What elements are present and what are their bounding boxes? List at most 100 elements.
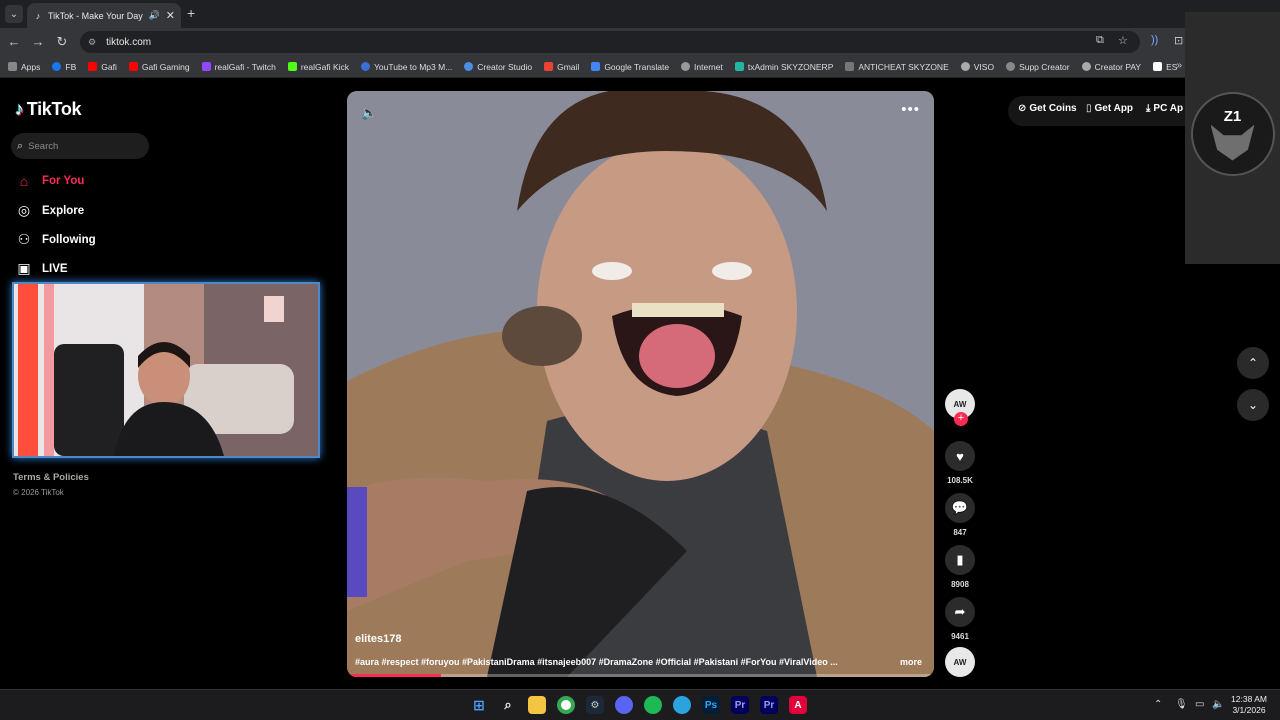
google-translate-icon	[591, 62, 601, 71]
bookmark-item[interactable]: Gafi Gaming	[128, 62, 190, 72]
video-progress-bar[interactable]	[347, 674, 934, 677]
bookmark-item[interactable]: VISO	[960, 62, 994, 72]
nav-for-you[interactable]: ⌂ For You	[15, 173, 85, 189]
save-button[interactable]: ▮ 8908	[945, 545, 975, 589]
discord-icon[interactable]	[615, 696, 633, 714]
kick-icon	[287, 62, 297, 71]
system-clock[interactable]: 12:38 AM 3/1/2026	[1226, 694, 1272, 716]
clock-time: 12:38 AM	[1231, 694, 1267, 704]
save-count: 8908	[951, 580, 969, 589]
next-video-button[interactable]: ⌄	[1237, 389, 1269, 421]
sound-avatar-button[interactable]: AW	[945, 647, 975, 677]
reload-icon[interactable]: ↻	[54, 34, 70, 50]
affinity-icon[interactable]: A	[789, 696, 807, 714]
video-frame-image	[347, 91, 934, 677]
steam-icon[interactable]: ⚙	[586, 696, 604, 714]
heart-icon: ♥	[945, 441, 975, 471]
search-placeholder: Search	[28, 140, 59, 152]
bookmark-item[interactable]: txAdmin SKYZONERP	[734, 62, 833, 72]
photoshop-icon[interactable]: Ps	[702, 696, 720, 714]
anticheat-icon	[845, 62, 855, 71]
globe-icon	[1081, 62, 1091, 71]
tab-search-icon[interactable]: ⌄	[5, 5, 23, 23]
follow-plus-icon[interactable]: +	[954, 412, 968, 426]
previous-video-button[interactable]: ⌃	[1237, 347, 1269, 379]
link-icon	[1006, 62, 1016, 71]
sound-avatar: AW	[945, 647, 975, 677]
tiktok-logo[interactable]: ♪ TikTok	[15, 99, 82, 120]
install-app-icon[interactable]: ⧉	[1096, 34, 1104, 47]
more-bookmarks-icon[interactable]: »	[1176, 60, 1182, 71]
telegram-icon[interactable]	[673, 696, 691, 714]
creator-avatar-button[interactable]: AW +	[945, 389, 975, 426]
bookmark-item[interactable]: realGafi - Twitch	[201, 62, 276, 72]
browser-tab[interactable]: ♪ TikTok - Make Your Day 🔊 ✕	[27, 3, 181, 28]
forward-icon[interactable]: →	[30, 34, 46, 49]
new-tab-icon[interactable]: +	[187, 5, 195, 21]
tiktok-page: ♪ TikTok ⌕ Search ⌂ For You ◎ Explore ⚇ …	[0, 79, 1280, 689]
stream-overlay-panel: Z1	[1185, 12, 1280, 264]
volume-icon[interactable]: 🔈	[361, 105, 377, 121]
tab-title: TikTok - Make Your Day	[48, 10, 143, 21]
chevron-up-icon: ⌃	[1247, 356, 1259, 370]
bookmark-item[interactable]: Google Translate	[591, 62, 669, 72]
bookmark-item[interactable]: FB	[52, 62, 76, 72]
extension-icon[interactable]: ))	[1151, 34, 1158, 46]
nav-explore[interactable]: ◎ Explore	[15, 202, 84, 219]
bookmark-item[interactable]: Internet	[681, 62, 723, 72]
bookmark-item[interactable]: Supp Creator	[1006, 62, 1070, 72]
pc-app-button[interactable]: ⤓ PC Ap	[1146, 103, 1183, 114]
bookmark-item[interactable]: Apps	[8, 62, 40, 72]
puzzle-extensions-icon[interactable]: ⊡	[1174, 34, 1183, 47]
premiere-icon[interactable]: Pr	[731, 696, 749, 714]
bookmark-item[interactable]: YouTube to Mp3 M...	[361, 62, 452, 72]
volume-tray-icon[interactable]: 🔈	[1212, 699, 1224, 710]
tray-overflow-icon[interactable]: ⌃	[1154, 699, 1162, 710]
microphone-icon[interactable]: 🎙	[1175, 699, 1188, 710]
nav-following[interactable]: ⚇ Following	[15, 231, 96, 248]
audio-playing-icon[interactable]: 🔊	[149, 10, 160, 21]
back-icon[interactable]: ←	[6, 34, 22, 49]
windows-start-icon[interactable]: ⊞	[470, 696, 488, 714]
comment-button[interactable]: 💬 847	[945, 493, 975, 537]
premiere-icon[interactable]: Pr	[760, 696, 778, 714]
search-icon[interactable]: ⌕	[499, 696, 517, 714]
nav-live[interactable]: ▣ LIVE	[15, 260, 67, 277]
bookmark-item[interactable]: realGafi Kick	[287, 62, 349, 72]
video-player[interactable]: 🔈 ••• elites178 #aura #respect #foruyou …	[347, 91, 934, 677]
share-button[interactable]: ➦ 9461	[945, 597, 975, 641]
search-icon: ⌕	[17, 139, 24, 152]
get-app-button[interactable]: ▯ Get App	[1086, 103, 1133, 114]
terms-policies-link[interactable]: Terms & Policies	[13, 472, 89, 483]
address-bar[interactable]: ⚙ tiktok.com	[80, 31, 1140, 53]
spotify-icon[interactable]	[644, 696, 662, 714]
bookmark-item[interactable]: Gafi	[88, 62, 117, 72]
globe-icon	[960, 62, 970, 71]
like-button[interactable]: ♥ 108.5K	[945, 441, 975, 485]
facebook-icon	[52, 62, 62, 71]
network-icon[interactable]: ▭	[1195, 699, 1204, 710]
bookmark-star-icon[interactable]: ☆	[1118, 34, 1128, 47]
video-author[interactable]: elites178	[355, 633, 401, 645]
more-options-icon[interactable]: •••	[901, 101, 920, 118]
overlay-mark: Z1	[1223, 107, 1242, 125]
search-input[interactable]: ⌕ Search	[11, 133, 149, 159]
bookmark-item[interactable]: Creator PAY	[1081, 62, 1141, 72]
close-tab-icon[interactable]: ✕	[166, 9, 175, 22]
bookmark-item[interactable]: ANTICHEAT SKYZONE	[845, 62, 949, 72]
file-explorer-icon[interactable]	[528, 696, 546, 714]
get-coins-button[interactable]: ⊘ Get Coins	[1018, 103, 1077, 114]
twitch-icon	[201, 62, 211, 71]
gmail-icon	[544, 62, 554, 71]
bookmarks-bar: Apps FB Gafi Gafi Gaming realGafi - Twit…	[0, 56, 1280, 78]
site-info-icon[interactable]: ⚙	[88, 37, 96, 48]
bookmark-item[interactable]: ES	[1153, 62, 1177, 72]
bookmark-item[interactable]: Gmail	[544, 62, 579, 72]
chrome-icon[interactable]	[557, 696, 575, 714]
video-progress-fill	[347, 674, 441, 677]
es-icon	[1153, 62, 1163, 71]
caption-more-button[interactable]: more	[900, 657, 922, 667]
home-icon: ⌂	[19, 173, 29, 189]
bookmark-item[interactable]: Creator Studio	[464, 62, 532, 72]
comment-count: 847	[953, 528, 967, 537]
